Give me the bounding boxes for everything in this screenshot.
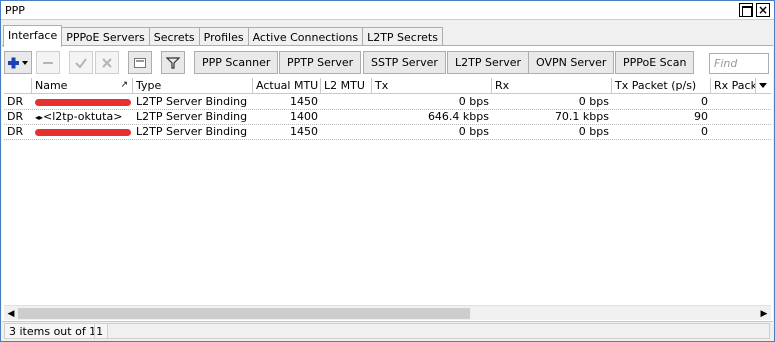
row-name-label: <l2tp-oktuta> [43, 110, 123, 123]
row-flags: DR [7, 110, 24, 123]
col-tx[interactable]: Tx [372, 78, 492, 94]
tab-profiles[interactable]: Profiles [199, 27, 249, 46]
interface-table: Name ↗ Type Actual MTU L2 MTU Tx Rx Tx P… [4, 78, 771, 336]
row-rx: 0 bps [578, 95, 609, 108]
col-actual-mtu[interactable]: Actual MTU [253, 78, 321, 94]
scrollbar-thumb[interactable] [18, 308, 470, 319]
col-rx[interactable]: Rx [492, 78, 612, 94]
row-tx: 0 bps [458, 125, 489, 138]
status-bar: 3 items out of 11 [2, 321, 773, 340]
row-tx-packet: 90 [694, 110, 708, 123]
row-tx: 0 bps [458, 95, 489, 108]
row-actual-mtu: 1450 [290, 125, 318, 138]
sstp-server-button[interactable]: SSTP Server [363, 51, 446, 74]
row-name: ◂▸<l2tp-oktuta> [32, 110, 133, 125]
pppoe-scan-button[interactable]: PPPoE Scan [615, 51, 695, 74]
close-button[interactable]: × [756, 3, 770, 17]
comment-button[interactable] [128, 51, 152, 74]
check-icon [75, 57, 87, 69]
row-actual-mtu: 1400 [290, 110, 318, 123]
tab-pppoe-servers[interactable]: PPPoE Servers [62, 27, 150, 46]
col-name-label: Name [35, 79, 68, 92]
horizontal-scrollbar[interactable]: ◀ ▶ [4, 305, 771, 320]
dropdown-arrow-icon [759, 83, 767, 88]
tab-secrets[interactable]: Secrets [149, 27, 200, 46]
sort-arrow-icon: ↗ [120, 80, 128, 90]
minus-icon [43, 61, 53, 64]
filter-button[interactable] [161, 51, 185, 74]
ppp-window: PPP × Interface PPPoE Servers Secrets Pr… [0, 0, 775, 342]
find-input[interactable]: Find [709, 53, 769, 74]
table-header: Name ↗ Type Actual MTU L2 MTU Tx Rx Tx P… [4, 78, 771, 94]
tab-l2tp-secrets[interactable]: L2TP Secrets [363, 27, 443, 46]
col-l2-mtu[interactable]: L2 MTU [321, 78, 372, 94]
col-flags[interactable] [4, 78, 32, 94]
toolbar: PPP Scanner PPTP Server SSTP Server L2TP… [4, 51, 771, 75]
l2tp-server-button[interactable]: L2TP Server [447, 51, 530, 74]
row-l2-mtu [321, 125, 372, 140]
row-type: L2TP Server Binding [136, 95, 248, 108]
tab-active-connections[interactable]: Active Connections [248, 27, 364, 46]
row-type: L2TP Server Binding [136, 110, 248, 123]
row-name [32, 95, 133, 110]
redacted-mark [35, 99, 131, 106]
row-flags: DR [7, 95, 24, 108]
window-title: PPP [5, 4, 25, 17]
row-type: L2TP Server Binding [136, 125, 248, 138]
row-tx-packet: 0 [701, 95, 708, 108]
interface-link-icon: ◂▸ [35, 113, 44, 122]
ppp-scanner-button[interactable]: PPP Scanner [194, 51, 279, 74]
row-l2-mtu [321, 95, 372, 110]
row-tx-packet: 0 [701, 125, 708, 138]
title-bar[interactable]: PPP × [1, 1, 774, 20]
col-tx-packet[interactable]: Tx Packet (p/s) [612, 78, 711, 94]
scroll-left-icon[interactable]: ◀ [5, 308, 17, 320]
comment-icon [134, 57, 146, 68]
filter-icon [166, 56, 180, 69]
table-row[interactable]: DR L2TP Server Binding 1450 0 bps 0 bps … [4, 95, 771, 110]
row-actual-mtu: 1450 [290, 95, 318, 108]
enable-button[interactable] [69, 51, 93, 74]
maximize-button[interactable] [739, 3, 753, 17]
col-name[interactable]: Name ↗ [32, 78, 133, 94]
scroll-right-icon[interactable]: ▶ [758, 308, 770, 320]
pptp-server-button[interactable]: PPTP Server [279, 51, 362, 74]
item-count: 3 items out of 11 [4, 323, 109, 339]
row-rx: 0 bps [578, 125, 609, 138]
row-name [32, 125, 133, 140]
column-menu-dropdown[interactable] [755, 78, 771, 94]
row-rx: 70.1 kbps [554, 110, 609, 123]
row-l2-mtu [321, 110, 372, 125]
table-row[interactable]: DR L2TP Server Binding 1450 0 bps 0 bps … [4, 125, 771, 140]
status-field [94, 323, 770, 339]
add-button[interactable] [4, 51, 32, 74]
disable-button[interactable] [95, 51, 119, 74]
row-flags: DR [7, 125, 24, 138]
tab-interface[interactable]: Interface [3, 25, 63, 47]
ovpn-server-button[interactable]: OVPN Server [528, 51, 615, 74]
col-rx-packet[interactable]: Rx Pack [711, 78, 755, 94]
row-tx: 646.4 kbps [427, 110, 489, 123]
table-row[interactable]: DR ◂▸<l2tp-oktuta> L2TP Server Binding 1… [4, 110, 771, 125]
tab-bar: Interface PPPoE Servers Secrets Profiles… [3, 25, 443, 47]
redacted-mark [35, 129, 131, 136]
remove-button[interactable] [36, 51, 60, 74]
col-type[interactable]: Type [133, 78, 253, 94]
cross-icon [102, 57, 112, 68]
plus-dropdown-icon [8, 57, 28, 68]
interface-panel: PPP Scanner PPTP Server SSTP Server L2TP… [2, 45, 773, 340]
